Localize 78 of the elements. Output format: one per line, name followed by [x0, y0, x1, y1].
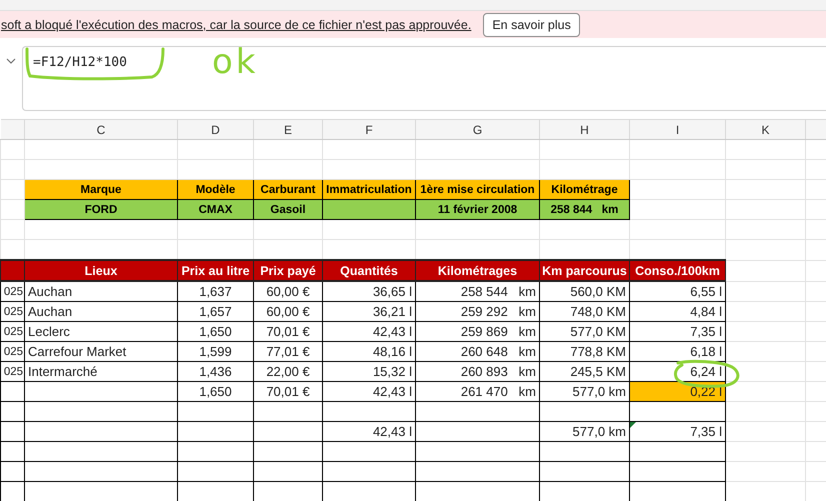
table-cell: 77,01 €: [266, 344, 310, 359]
table-cell: 260 648 km: [460, 344, 536, 359]
table-cell: 560,0 KM: [570, 284, 626, 299]
table-cell: 1,657: [199, 304, 232, 319]
table-cell: 7,35 l: [690, 424, 722, 439]
table-cell: 36,65 l: [372, 284, 412, 299]
table-cell: 025: [4, 366, 23, 378]
column-letter[interactable]: D: [178, 120, 254, 140]
column-header: Conso./100km: [630, 260, 726, 281]
table-cell: 22,00 €: [266, 364, 310, 379]
table-cell: 258 544 km: [460, 284, 536, 299]
table-cell: 577,0 km: [572, 424, 626, 439]
column-header: Quantités: [322, 260, 416, 281]
table-cell: Gasoil: [270, 204, 306, 216]
error-indicator-icon: [630, 422, 636, 428]
table-cell: 60,00 €: [266, 284, 310, 299]
column-letter[interactable]: F: [322, 120, 416, 140]
column-letter[interactable]: E: [254, 120, 322, 140]
table-cell: 577,0 KM: [570, 324, 626, 339]
table-cell: 261 470 km: [460, 384, 536, 399]
column-header: Carburant: [254, 180, 322, 200]
macro-warning-text: soft a bloqué l'exécution des macros, car la source de ce fichier n'est pas approuvée.: [1, 18, 472, 32]
table-cell: 1,436: [199, 364, 232, 379]
column-letter[interactable]: K: [726, 120, 806, 140]
table-cell: 577,0 km: [572, 384, 626, 399]
table-cell: 245,5 KM: [570, 364, 626, 379]
table-cell: 48,16 l: [372, 344, 412, 359]
table-cell: 4,84 l: [690, 304, 722, 319]
column-letter[interactable]: G: [416, 120, 540, 140]
table-cell: 42,43 l: [372, 424, 412, 439]
table-cell: 6,24 l: [690, 364, 722, 379]
table-cell: 11 février 2008: [438, 204, 518, 216]
table-cell: Leclerc: [28, 324, 70, 339]
table-cell: 6,18 l: [690, 344, 722, 359]
table-cell: 36,21 l: [372, 304, 412, 319]
table-cell: 1,650: [199, 324, 232, 339]
table-cell: 258 844 km: [550, 204, 618, 216]
learn-more-button[interactable]: En savoir plus: [483, 12, 580, 36]
table-cell: Carrefour Market: [28, 344, 126, 359]
table-cell: 15,32 l: [372, 364, 412, 379]
column-letter[interactable]: I: [630, 120, 726, 140]
table-cell: Intermarché: [28, 364, 98, 379]
table-cell: 42,43 l: [372, 384, 412, 399]
table-cell: 42,43 l: [372, 324, 412, 339]
table-cell: 6,55 l: [690, 284, 722, 299]
table-cell: 1,650: [199, 384, 232, 399]
table-cell: 70,01 €: [266, 324, 310, 339]
table-cell: 025: [4, 326, 23, 338]
table-cell: 778,8 KM: [570, 344, 626, 359]
column-header: Kilométrage: [540, 180, 630, 200]
column-letter[interactable]: H: [540, 120, 630, 140]
table-cell: 1,637: [199, 284, 232, 299]
column-header: Km parcourus: [540, 260, 630, 281]
column-header: Lieux: [24, 260, 178, 281]
table-cell: 259 869 km: [460, 324, 536, 339]
table-cell: 025: [4, 286, 23, 298]
table-cell: 748,0 KM: [570, 304, 626, 319]
column-letter[interactable]: C: [24, 120, 178, 140]
column-header: Kilométrages: [416, 260, 540, 281]
table-cell: 7,35 l: [690, 324, 722, 339]
table-cell: 025: [4, 306, 23, 318]
table-cell: Auchan: [28, 304, 72, 319]
table-cell: FORD: [84, 204, 118, 216]
table-cell: Auchan: [28, 284, 72, 299]
table-cell: 025: [4, 346, 23, 358]
table-cell: 60,00 €: [266, 304, 310, 319]
table-cell: 1,599: [199, 344, 232, 359]
chevron-down-icon[interactable]: [6, 58, 16, 64]
column-header: Immatriculation: [322, 180, 416, 200]
table-cell: 70,01 €: [266, 384, 310, 399]
table-cell: 260 893 km: [460, 364, 536, 379]
column-header: Modèle: [178, 180, 254, 200]
column-header: Prix au litre: [178, 260, 254, 281]
table-cell: CMAX: [198, 204, 232, 216]
column-header: Marque: [24, 180, 178, 200]
column-header: 1ère mise circulation: [416, 180, 540, 200]
column-header: Prix payé: [254, 260, 322, 281]
table-cell: 259 292 km: [460, 304, 536, 319]
